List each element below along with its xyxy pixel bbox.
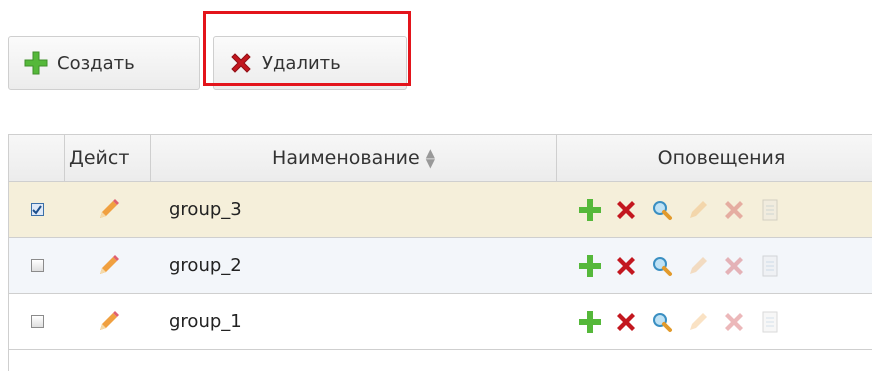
header-actions: Дейст xyxy=(65,135,151,181)
row-notification-actions xyxy=(557,238,872,293)
search-icon[interactable] xyxy=(649,253,675,279)
row-notification-actions xyxy=(557,182,872,237)
check-icon xyxy=(32,204,42,215)
plus-icon[interactable] xyxy=(577,197,603,223)
report-icon xyxy=(762,199,778,220)
header-notifications: Оповещения xyxy=(557,135,872,181)
delete-icon[interactable] xyxy=(613,309,639,335)
report-icon xyxy=(762,311,778,332)
row-checkbox[interactable] xyxy=(30,259,44,272)
row-name: group_2 xyxy=(169,255,242,276)
search-icon[interactable] xyxy=(649,309,675,335)
delete-icon[interactable] xyxy=(613,197,639,223)
report-icon xyxy=(762,255,778,276)
edit-icon xyxy=(690,312,707,330)
header-name-label: Наименование xyxy=(272,147,420,169)
plus-icon[interactable] xyxy=(577,253,603,279)
header-name[interactable]: Наименование ▲ ▼ xyxy=(151,135,557,181)
row-name: group_3 xyxy=(169,199,242,220)
sort-icon: ▲ ▼ xyxy=(425,146,435,170)
edit-icon xyxy=(690,256,707,274)
row-name: group_1 xyxy=(169,311,242,332)
pencil-icon[interactable] xyxy=(95,197,121,223)
plus-icon[interactable] xyxy=(577,309,603,335)
table-row[interactable]: group_3 xyxy=(9,182,872,238)
groups-table: Дейст Наименование ▲ ▼ Оповещения group_3… xyxy=(8,134,872,371)
delete-icon xyxy=(725,312,743,331)
edit-icon xyxy=(690,200,707,218)
header-select xyxy=(9,135,65,181)
row-notification-actions xyxy=(557,294,872,349)
create-button-label: Создать xyxy=(57,52,135,74)
delete-icon xyxy=(725,256,743,275)
table-header: Дейст Наименование ▲ ▼ Оповещения xyxy=(9,135,872,182)
table-row[interactable]: group_2 xyxy=(9,238,872,294)
table-row[interactable]: group_1 xyxy=(9,294,872,350)
create-button[interactable]: Создать xyxy=(8,36,200,90)
delete-button-highlight xyxy=(203,11,411,86)
delete-icon[interactable] xyxy=(613,253,639,279)
row-checkbox[interactable] xyxy=(30,315,44,328)
row-checkbox[interactable] xyxy=(30,203,44,216)
search-icon[interactable] xyxy=(649,197,675,223)
pencil-icon[interactable] xyxy=(95,309,121,335)
delete-icon xyxy=(725,200,743,219)
plus-icon xyxy=(24,51,48,75)
pencil-icon[interactable] xyxy=(95,253,121,279)
